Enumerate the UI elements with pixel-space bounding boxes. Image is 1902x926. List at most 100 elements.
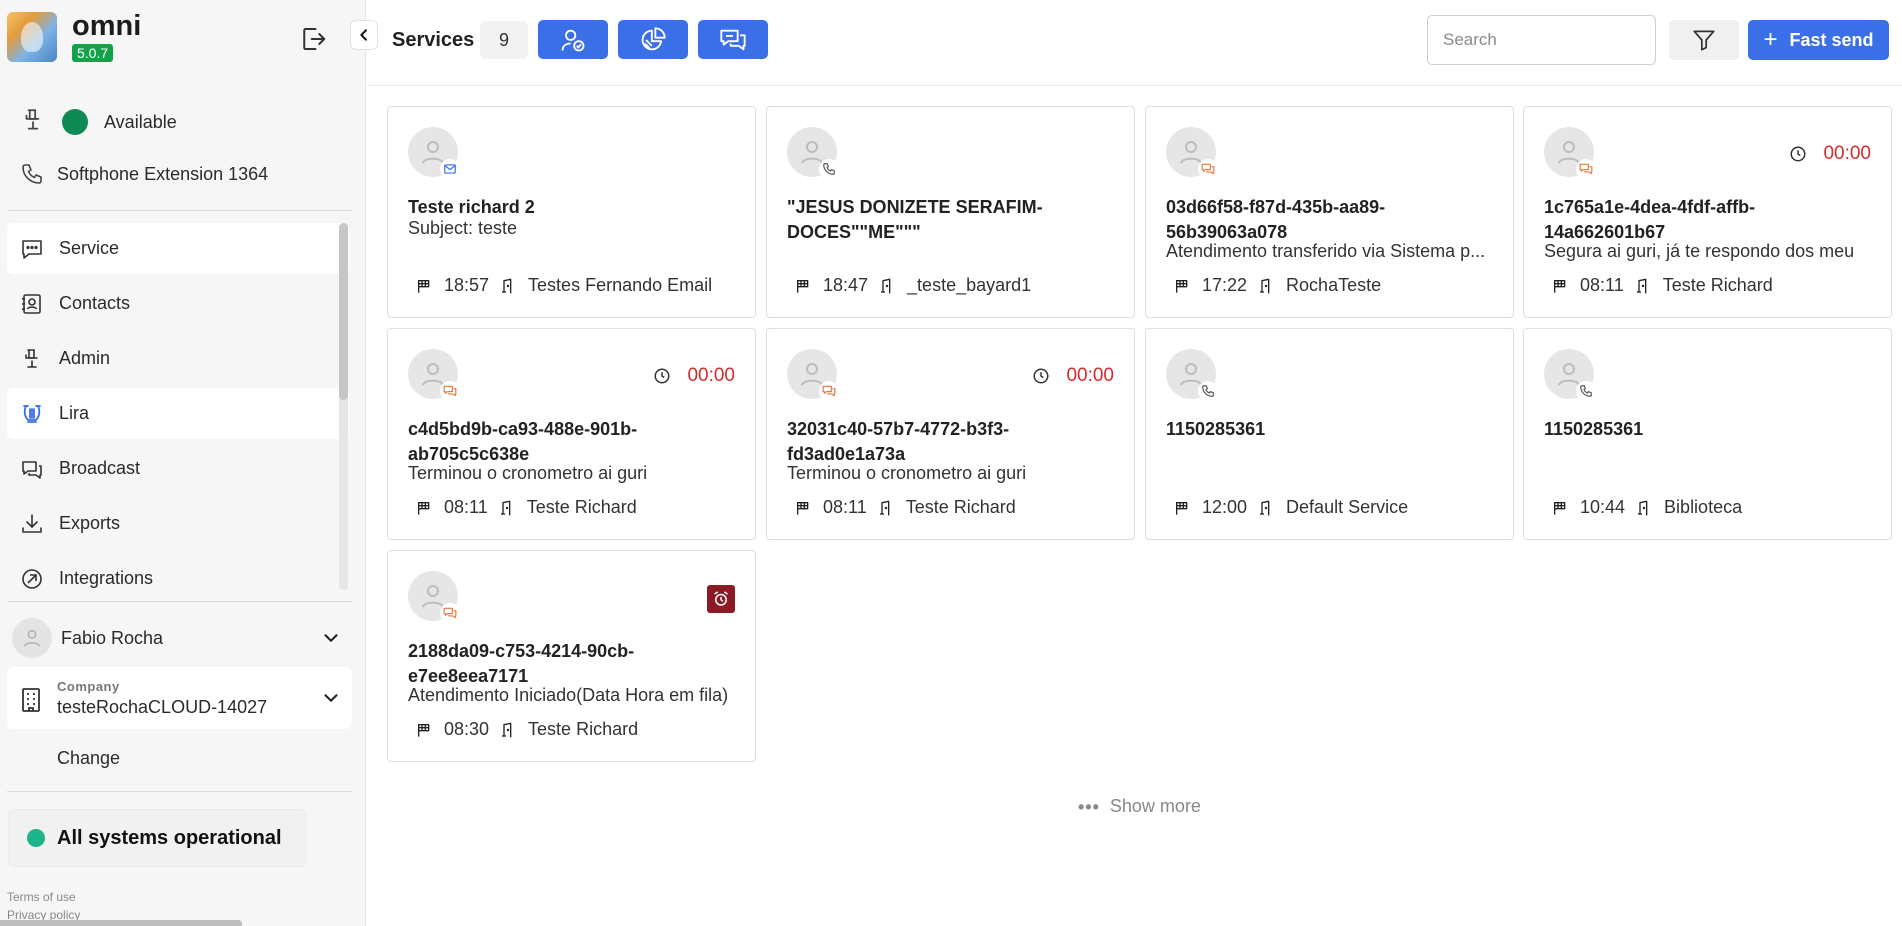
contact-name: c4d5bd9b-ca93-488e-901b-ab705c5c638e (408, 419, 638, 464)
sidebar-item-service[interactable]: Service (7, 223, 349, 274)
card-footer: 08:11 Teste Richard (1552, 275, 1773, 296)
my-services-button[interactable] (538, 20, 608, 59)
clock-icon (653, 367, 679, 385)
service-card[interactable]: 1150285361 12:00 Default Service (1145, 328, 1514, 540)
service-card[interactable]: 00:00 c4d5bd9b-ca93-488e-901b-ab705c5c638… (387, 328, 756, 540)
contacts-icon (20, 292, 44, 316)
queue-name: Testes Fernando Email (528, 275, 713, 295)
sidebar-item-contacts[interactable]: Contacts (7, 278, 349, 329)
queue-name: _teste_bayard1 (907, 275, 1032, 295)
dashboard-button[interactable] (618, 20, 688, 59)
flag-icon (795, 278, 817, 294)
flag-icon (795, 500, 817, 516)
sidebar-item-label: Admin (59, 348, 111, 368)
door-icon (1636, 500, 1658, 516)
show-more-button[interactable]: ••• Show more (1078, 796, 1201, 817)
divider (7, 601, 352, 602)
change-company-link[interactable]: Change (57, 748, 120, 769)
page-title: Services (392, 29, 475, 51)
card-footer: 18:57 Testes Fernando Email (416, 275, 712, 296)
nav-scrollbar-thumb[interactable] (339, 223, 348, 400)
status-dot (27, 829, 45, 847)
admin-icon (20, 347, 44, 371)
system-status[interactable]: All systems operational (8, 809, 306, 867)
service-card[interactable]: "JESUS DONIZETE SERAFIM-DOCES""ME""" 18:4… (766, 106, 1135, 318)
flag-icon (416, 500, 438, 516)
agent-status[interactable]: Available (20, 106, 177, 138)
sidebar-item-broadcast[interactable]: Broadcast (7, 443, 349, 494)
user-menu[interactable]: Fabio Rocha (7, 617, 352, 659)
start-time: 18:47 (823, 275, 869, 295)
queue-name: Teste Richard (1662, 275, 1773, 295)
flag-icon (1174, 278, 1196, 294)
service-card[interactable]: 03d66f58-f87d-435b-aa89-56b39063a078 Aten… (1145, 106, 1514, 318)
service-card[interactable]: 00:00 1c765a1e-4dea-4fdf-affb-14a662601b6… (1523, 106, 1892, 318)
sidebar-item-label: Broadcast (59, 458, 141, 478)
last-message: Terminou o cronometro ai guri (787, 463, 1027, 483)
service-card[interactable]: Teste richard 2 Subject: teste 18:57 Testes… (387, 106, 756, 318)
broadcast-icon (20, 457, 44, 481)
queue-name: Default Service (1286, 497, 1409, 517)
sidebar-item-label: Exports (59, 513, 121, 533)
contact-name: 1150285361 (1544, 419, 1644, 439)
search-input[interactable] (1427, 15, 1656, 65)
company-caption: Company (57, 679, 120, 694)
chat-channel-icon (440, 603, 460, 623)
fast-send-button[interactable]: + Fast send (1748, 20, 1889, 60)
sidebar-nav: Service Contacts Admin Lira Broadcast Ex… (7, 223, 349, 608)
logout-icon[interactable] (298, 24, 328, 54)
filter-icon (1691, 27, 1717, 53)
sidebar-item-exports[interactable]: Exports (7, 498, 349, 549)
divider (7, 791, 352, 792)
door-icon (878, 500, 900, 516)
integrations-icon (20, 567, 44, 591)
chat-channel-icon (440, 381, 460, 401)
door-icon (1635, 278, 1657, 294)
omni-logo (7, 12, 57, 62)
chevron-down-icon[interactable] (320, 627, 342, 654)
company-selector[interactable]: Company testeRochaCLOUD-14027 (7, 667, 352, 729)
topbar: Services 9 + Fast send (367, 0, 1902, 86)
sidebar-item-lira[interactable]: Lira (7, 388, 349, 439)
horizontal-scrollbar[interactable] (0, 920, 242, 926)
filter-button[interactable] (1669, 20, 1739, 60)
download-icon (20, 512, 44, 536)
door-icon (500, 722, 522, 738)
chat-bubbles-icon (719, 26, 747, 54)
service-card[interactable]: 00:00 32031c40-57b7-4772-b3f3-fd3ad0e1a73… (766, 328, 1135, 540)
service-card[interactable]: 2188da09-c753-4214-90cb-e7ee8eea7171 Aten… (387, 550, 756, 762)
queue-name: Biblioteca (1664, 497, 1743, 517)
service-card[interactable]: 1150285361 10:44 Biblioteca (1523, 328, 1892, 540)
terms-link[interactable]: Terms of use (7, 890, 76, 904)
chats-button[interactable] (698, 20, 768, 59)
softphone-extension[interactable]: Softphone Extension 1364 (20, 162, 268, 186)
alarm-clock-icon[interactable] (707, 585, 735, 613)
building-icon (19, 687, 43, 718)
queue-name: RochaTeste (1286, 275, 1382, 295)
user-avatar (12, 618, 52, 658)
timer-value: 00:00 (687, 365, 735, 386)
pie-chart-icon (639, 26, 667, 54)
company-name: testeRochaCLOUD-14027 (57, 697, 268, 717)
door-icon (1258, 278, 1280, 294)
contact-name: 03d66f58-f87d-435b-aa89-56b39063a078 (1166, 197, 1386, 242)
version-badge: 5.0.7 (72, 44, 114, 62)
timer-value: 00:00 (1066, 365, 1114, 386)
chat-icon (20, 237, 44, 261)
plus-icon: + (1763, 26, 1778, 53)
collapse-sidebar-button[interactable] (350, 20, 378, 50)
flag-icon (1552, 500, 1574, 516)
clock-icon (1032, 367, 1058, 385)
sidebar-item-admin[interactable]: Admin (7, 333, 349, 384)
sidebar-item-integrations[interactable]: Integrations (7, 553, 349, 604)
contact-name: 1150285361 (1166, 419, 1266, 439)
start-time: 18:57 (444, 275, 490, 295)
sla-timer: 00:00 (1032, 365, 1114, 387)
services-count-badge: 9 (480, 21, 528, 59)
door-icon (499, 500, 521, 516)
flag-icon (416, 278, 438, 294)
chevron-down-icon[interactable] (320, 687, 342, 714)
chat-channel-icon (1198, 159, 1218, 179)
agent-icon (20, 107, 46, 138)
sla-timer: 00:00 (1789, 143, 1871, 165)
